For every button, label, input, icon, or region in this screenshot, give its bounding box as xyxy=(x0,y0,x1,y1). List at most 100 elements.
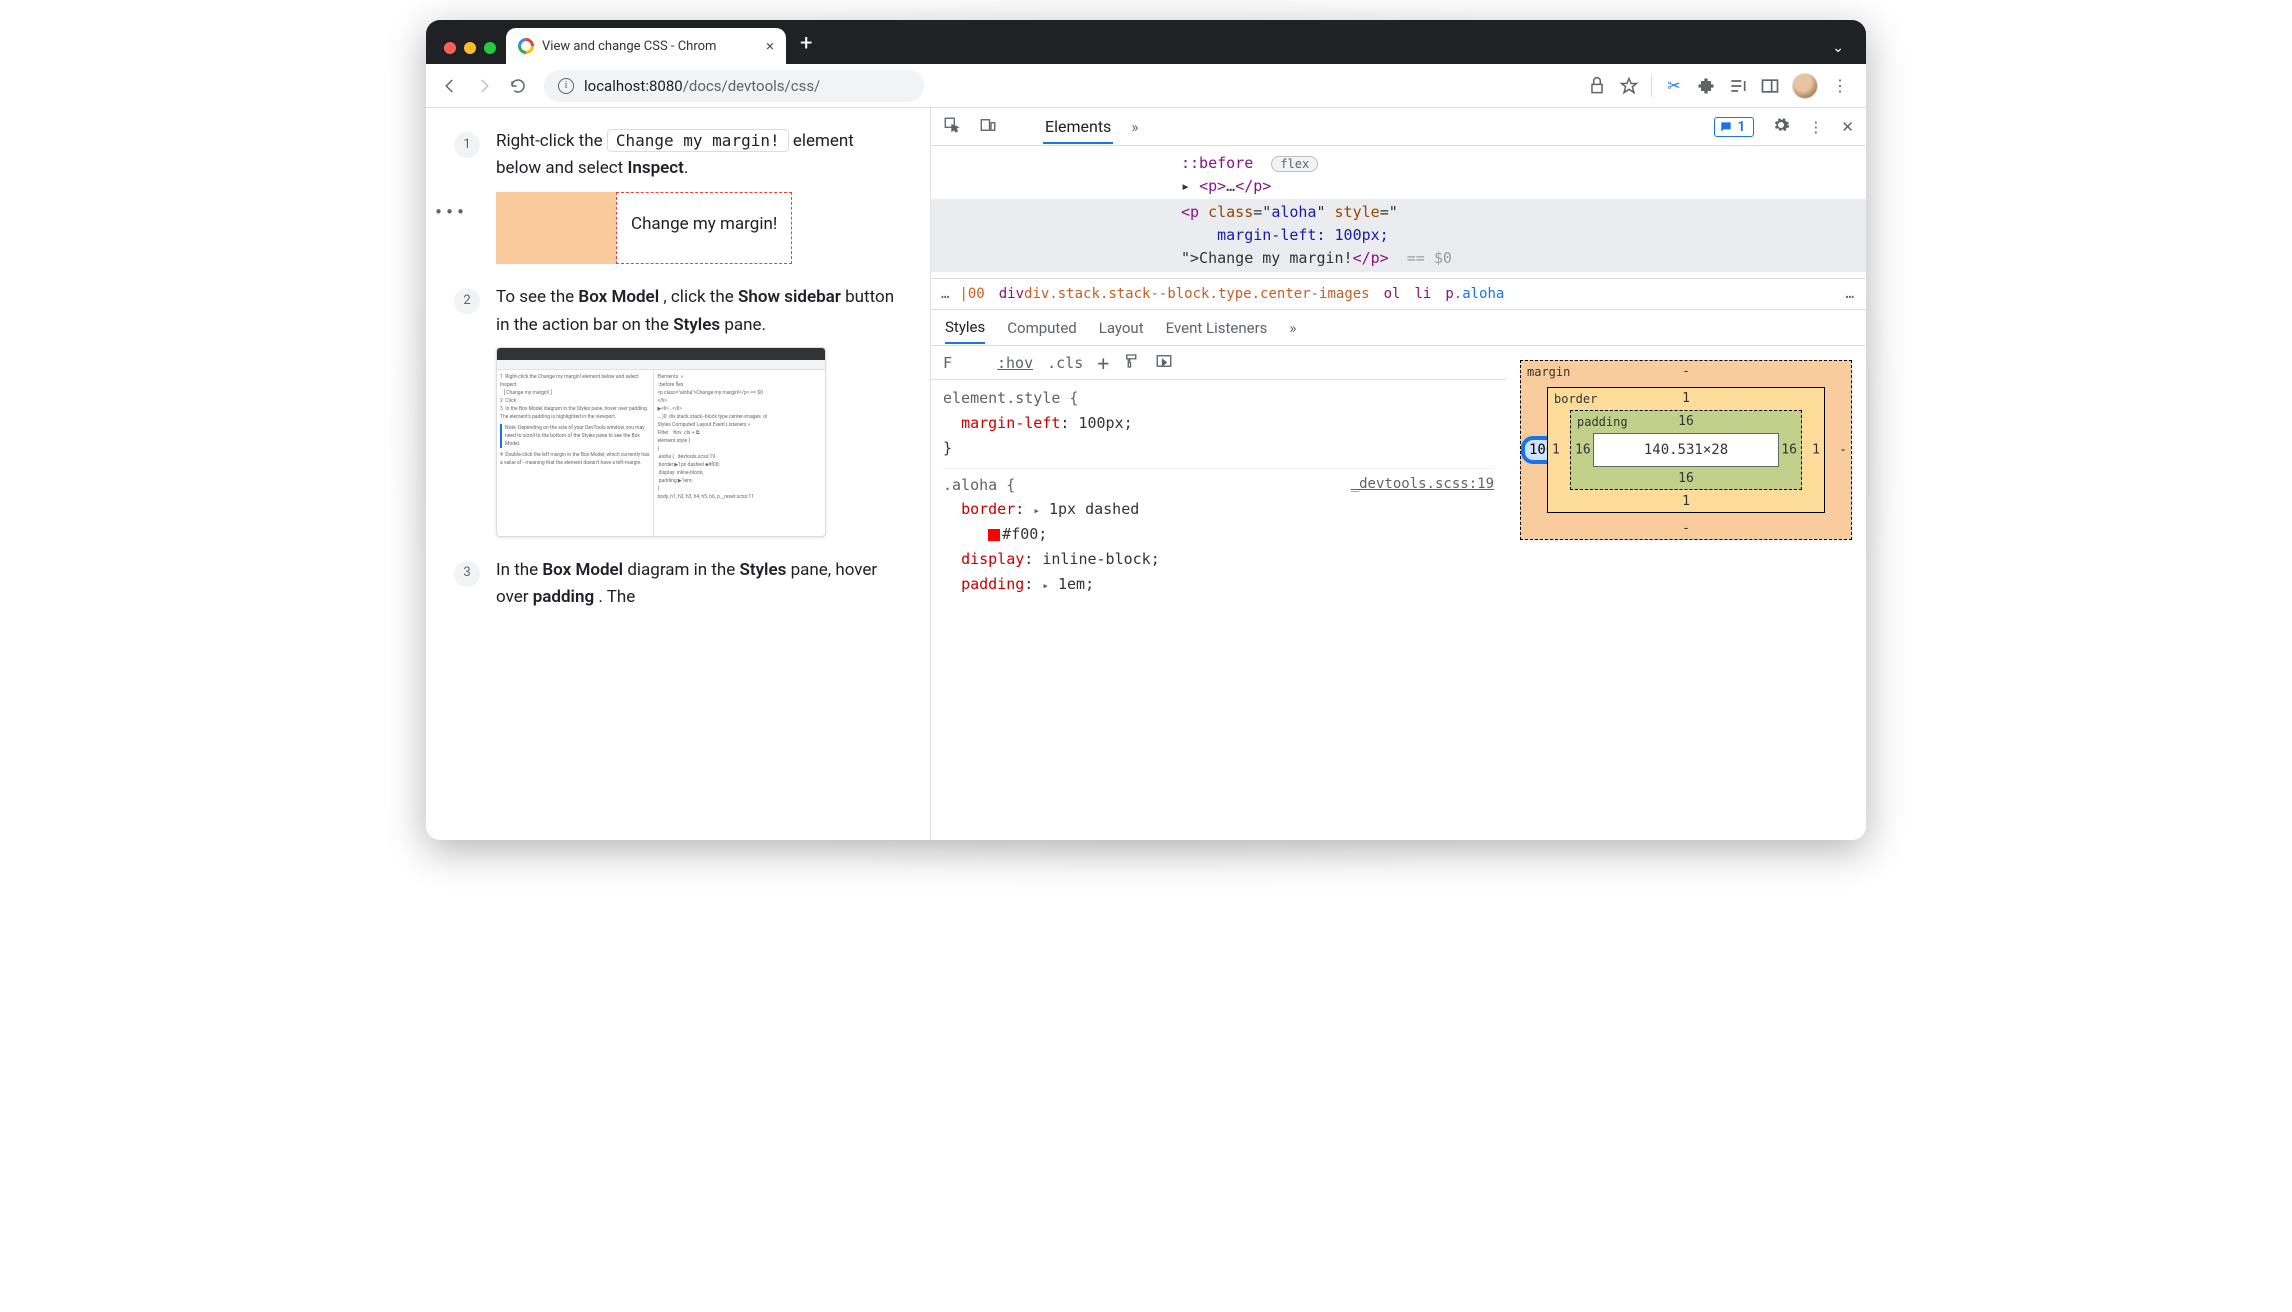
more-subtabs-icon[interactable]: » xyxy=(1289,319,1296,337)
messages-badge[interactable]: 1 xyxy=(1714,117,1754,137)
margin-right-val[interactable]: - xyxy=(1839,443,1847,458)
minimize-window-icon[interactable] xyxy=(464,42,476,54)
padding-top-val[interactable]: 16 xyxy=(1678,414,1694,429)
screenshot-thumbnail: 1 Right-click the Change my margin! elem… xyxy=(496,347,826,537)
css-value[interactable]: #f00 xyxy=(1002,525,1038,543)
new-rule-icon[interactable]: + xyxy=(1097,351,1109,375)
margin-bottom-val[interactable]: - xyxy=(1682,521,1690,536)
subtab-layout[interactable]: Layout xyxy=(1099,319,1144,337)
chrome-favicon-icon xyxy=(518,38,534,54)
dom-selected-row[interactable]: ••• <p class="aloha" style=" margin-left… xyxy=(931,199,1866,273)
expand-ellipsis-icon[interactable]: ••• xyxy=(434,201,467,224)
css-prop[interactable]: margin-left xyxy=(961,414,1060,432)
flex-badge[interactable]: flex xyxy=(1271,156,1318,172)
close-tab-icon[interactable]: × xyxy=(766,37,774,55)
show-sidebar-icon[interactable] xyxy=(1155,352,1173,374)
styles-filter-bar: F :hov .cls + xyxy=(931,346,1506,380)
step-text: padding xyxy=(533,587,594,607)
side-panel-icon[interactable] xyxy=(1760,76,1780,96)
site-info-icon[interactable]: i xyxy=(558,78,574,94)
crumb-ellipsis[interactable]: … xyxy=(941,286,949,302)
subtab-styles[interactable]: Styles xyxy=(945,311,985,344)
step-text: Show sidebar xyxy=(738,287,841,307)
dom-breadcrumb[interactable]: … |00 divdiv.stack.stack--block.type.cen… xyxy=(931,278,1866,310)
cls-toggle[interactable]: .cls xyxy=(1047,354,1083,372)
css-value[interactable]: 1px dashed xyxy=(1049,500,1139,518)
devtools-menu-icon[interactable]: ⋮ xyxy=(1808,118,1823,136)
padding-left-val[interactable]: 16 xyxy=(1575,443,1591,458)
tab-title: View and change CSS - Chrom xyxy=(542,39,758,54)
rule-source-link[interactable]: _devtools.scss:19 xyxy=(1351,473,1494,496)
margin-label: margin xyxy=(1527,365,1570,379)
rule-selector[interactable]: element.style { xyxy=(943,389,1078,407)
css-value[interactable]: 100px xyxy=(1078,414,1123,432)
step-text: Styles xyxy=(740,560,787,580)
close-window-icon[interactable] xyxy=(444,42,456,54)
settings-gear-icon[interactable] xyxy=(1772,116,1790,138)
css-value[interactable]: inline-block xyxy=(1042,550,1150,568)
url-host: localhost: xyxy=(584,77,649,95)
step-number: 1 xyxy=(454,132,480,158)
subtab-event-listeners[interactable]: Event Listeners xyxy=(1166,319,1268,337)
dom-tree[interactable]: ::before flex ▸ <p>…</p> ••• <p class="a… xyxy=(931,146,1866,278)
reading-list-icon[interactable] xyxy=(1728,76,1748,96)
device-toolbar-icon[interactable] xyxy=(979,116,997,138)
step-text: To see the xyxy=(496,287,578,307)
border-top-val[interactable]: 1 xyxy=(1682,391,1690,406)
dom-style-value[interactable]: margin-left: 100px; xyxy=(1217,226,1389,244)
maximize-window-icon[interactable] xyxy=(484,42,496,54)
crumb-item[interactable]: 00 xyxy=(968,286,985,302)
padding-label: padding xyxy=(1577,415,1628,429)
scissors-icon[interactable]: ✂ xyxy=(1664,76,1684,96)
dom-pseudo[interactable]: ::before xyxy=(1181,154,1253,172)
border-bottom-val[interactable]: 1 xyxy=(1682,494,1690,509)
crumb-item[interactable]: li xyxy=(1414,286,1431,302)
address-bar: i localhost:8080/docs/devtools/css/ ✂ ⋮ xyxy=(426,64,1866,108)
new-tab-button[interactable]: + xyxy=(786,31,826,64)
border-left-val[interactable]: 1 xyxy=(1552,443,1560,458)
subtab-computed[interactable]: Computed xyxy=(1007,319,1077,337)
filter-input[interactable]: F xyxy=(943,354,983,372)
hov-toggle[interactable]: :hov xyxy=(997,354,1033,372)
border-right-val[interactable]: 1 xyxy=(1812,443,1820,458)
padding-right-val[interactable]: 16 xyxy=(1781,443,1797,458)
content-size[interactable]: 140.531×28 xyxy=(1593,433,1779,467)
browser-tab[interactable]: View and change CSS - Chrom × xyxy=(506,28,786,64)
step-text: , click the xyxy=(663,287,738,307)
step-text: diagram in the xyxy=(627,560,739,580)
close-devtools-icon[interactable]: ✕ xyxy=(1841,118,1854,136)
margin-highlight xyxy=(496,192,616,264)
crumb-more-icon[interactable]: … xyxy=(1846,286,1856,302)
doc-content: 1 Right-click the Change my margin! elem… xyxy=(426,108,931,840)
margin-top-val[interactable]: - xyxy=(1682,364,1690,379)
change-my-margin-element[interactable]: Change my margin! xyxy=(616,192,792,264)
box-model-diagram[interactable]: margin - - - 100 border 1 1 1 1 xyxy=(1506,346,1866,840)
css-prop[interactable]: border xyxy=(961,500,1015,518)
step-text: Inspect xyxy=(627,158,683,178)
devtools-panel: Elements » 1 ⋮ ✕ ::before flex ▸ <p>…</p… xyxy=(931,108,1866,840)
border-label: border xyxy=(1554,392,1597,406)
more-tabs-icon[interactable]: » xyxy=(1131,118,1138,136)
crumb-item[interactable]: div.stack.stack--block.type.center-image… xyxy=(1024,286,1370,302)
url-bar[interactable]: i localhost:8080/docs/devtools/css/ xyxy=(544,70,924,102)
extensions-icon[interactable] xyxy=(1696,76,1716,96)
css-value[interactable]: 1em xyxy=(1058,575,1085,593)
share-icon[interactable] xyxy=(1587,76,1607,96)
css-prop[interactable]: display xyxy=(961,550,1024,568)
paint-icon[interactable] xyxy=(1123,352,1141,374)
css-prop[interactable]: padding xyxy=(961,575,1024,593)
padding-bottom-val[interactable]: 16 xyxy=(1678,471,1694,486)
tab-elements[interactable]: Elements xyxy=(1043,109,1113,144)
inspect-element-icon[interactable] xyxy=(943,116,961,138)
back-button[interactable] xyxy=(436,72,464,100)
forward-button[interactable] xyxy=(470,72,498,100)
crumb-item[interactable]: ol xyxy=(1384,286,1401,302)
step-text: . xyxy=(684,158,688,178)
color-swatch-icon[interactable] xyxy=(988,529,1000,541)
step-number: 2 xyxy=(454,288,480,314)
tabs-dropdown-icon[interactable]: ⌄ xyxy=(1818,40,1858,64)
profile-avatar[interactable] xyxy=(1792,73,1818,99)
bookmark-icon[interactable] xyxy=(1619,76,1639,96)
chrome-menu-icon[interactable]: ⋮ xyxy=(1830,76,1850,96)
reload-button[interactable] xyxy=(504,72,532,100)
